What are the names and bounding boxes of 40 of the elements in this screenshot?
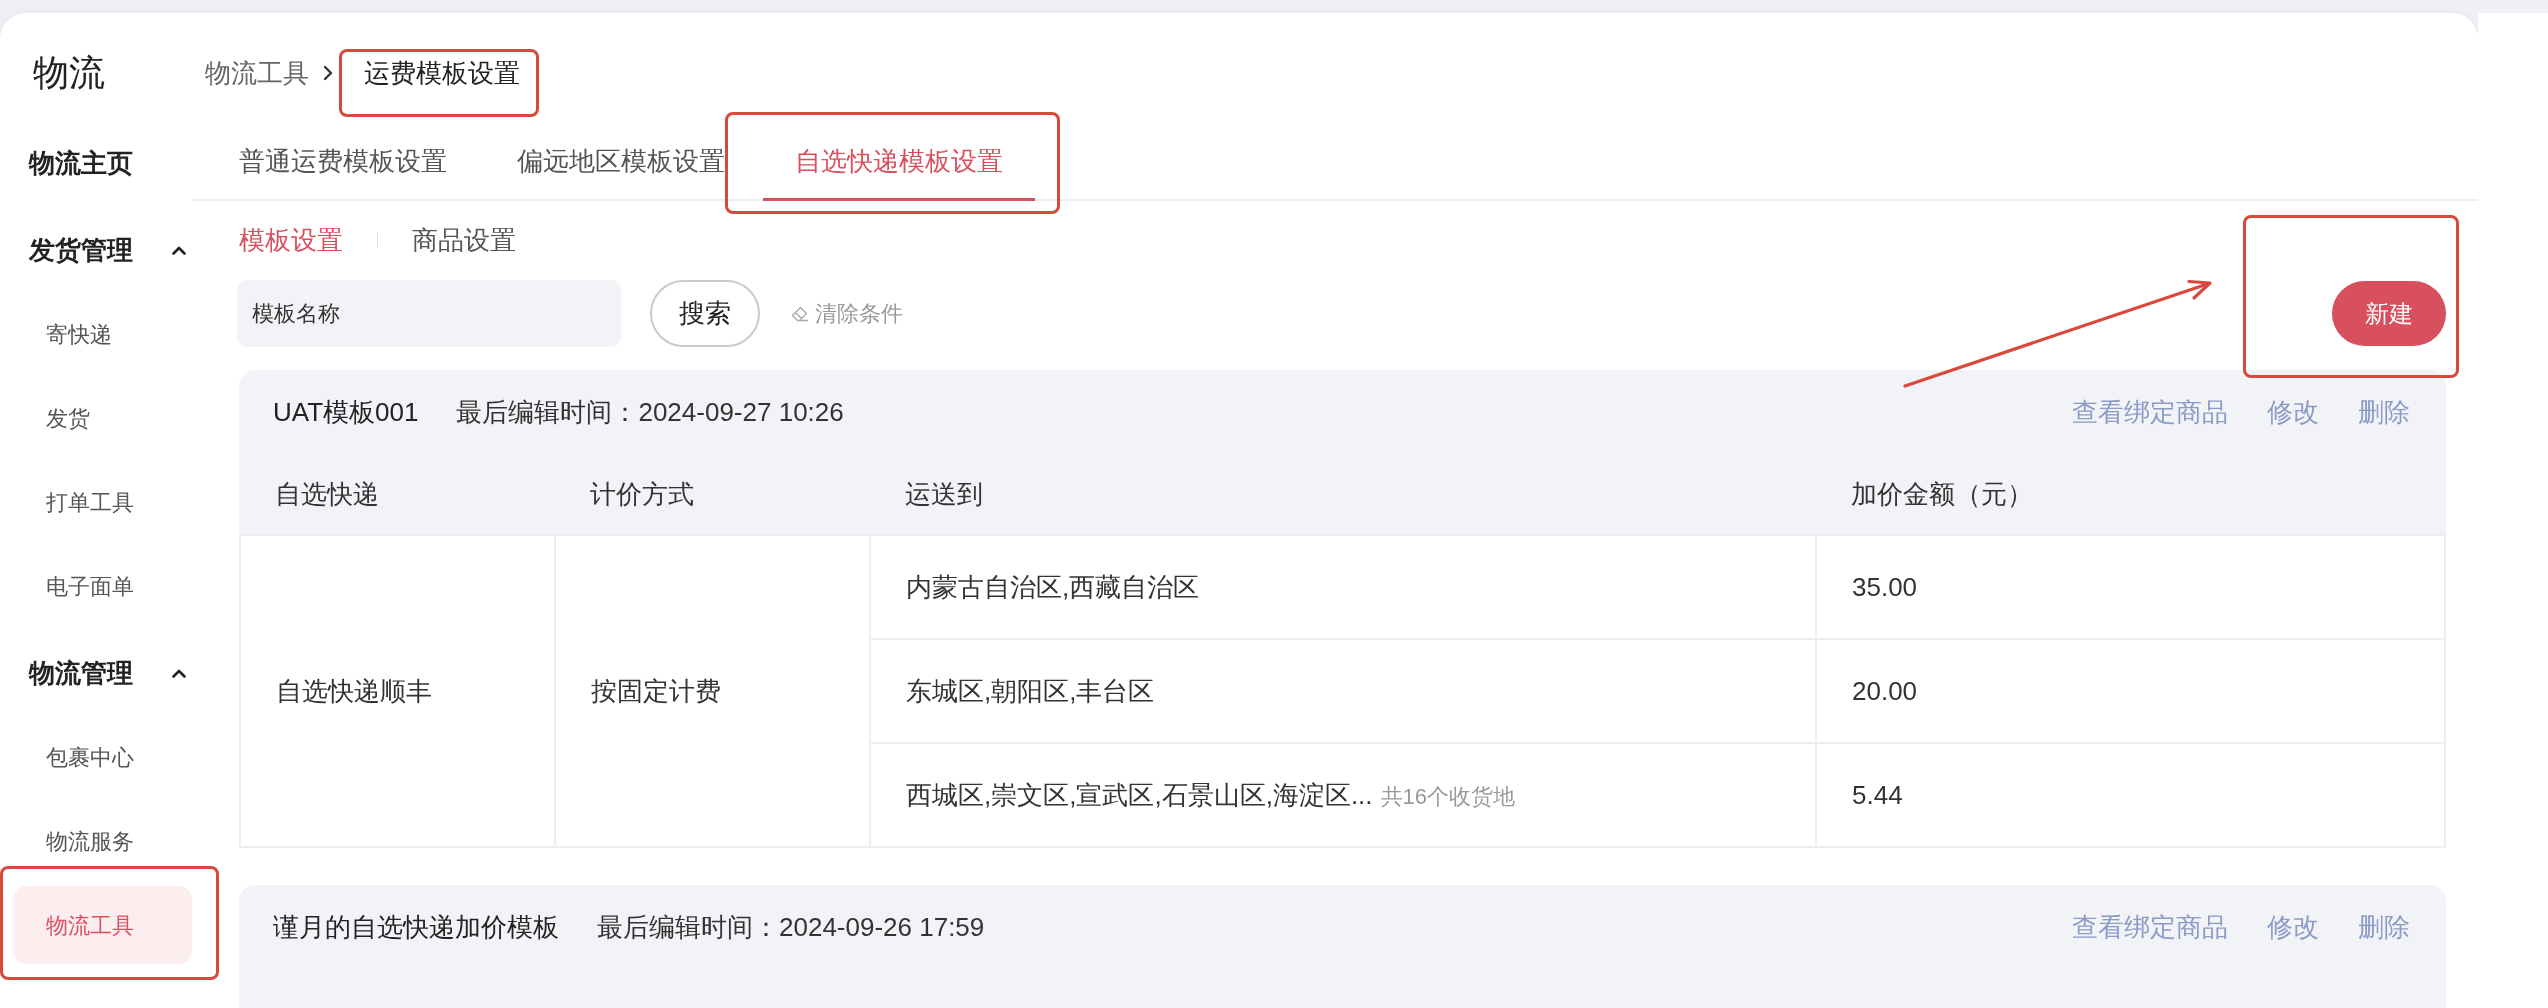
subtab[interactable]: 商品设置 xyxy=(412,220,516,260)
nav-item[interactable]: 物流工具 xyxy=(13,886,192,964)
tab[interactable]: 自选快递模板设置 xyxy=(763,124,1035,201)
edit-time: 最后编辑时间：2024-09-27 10:26 xyxy=(456,395,844,429)
nav-item[interactable]: 包裹中心 xyxy=(13,718,192,796)
nav-item[interactable]: 物流主页 xyxy=(13,124,192,202)
table-cell: 按固定计费 xyxy=(555,535,870,847)
new-button[interactable]: 新建 xyxy=(2332,281,2446,346)
table-cell: 东城区,朝阳区,丰台区 xyxy=(870,639,1816,743)
table-cell: 内蒙古自治区,西藏自治区 xyxy=(870,535,1816,639)
subtab[interactable]: 模板设置 xyxy=(239,220,343,260)
nav-group-header[interactable]: 发货管理 xyxy=(13,211,192,289)
chevron-right-icon xyxy=(323,65,333,81)
edit-time: 最后编辑时间：2024-09-26 17:59 xyxy=(597,910,985,944)
tab[interactable]: 普通运费模板设置 xyxy=(207,124,479,201)
search-field[interactable]: 模板名称 xyxy=(237,280,621,347)
table-cell: 20.00 xyxy=(1816,639,2445,743)
destination-text: 西城区,崇文区,宣武区,石景山区,海淀区... xyxy=(906,779,1373,810)
column-header: 加价金额（元） xyxy=(1816,454,2445,535)
nav-item[interactable]: 发货 xyxy=(13,379,192,457)
table-cell: 35.00 xyxy=(1816,535,2445,639)
breadcrumb-current: 运费模板设置 xyxy=(364,57,520,90)
template-name: 谨月的自选快递加价模板 xyxy=(273,910,559,944)
count-note: 共16个收货地 xyxy=(1380,783,1516,809)
column-header: 计价方式 xyxy=(555,454,870,535)
template-name: UAT模板001 xyxy=(273,395,419,429)
eraser-icon xyxy=(791,305,809,322)
nav-item[interactable]: 打单工具 xyxy=(13,463,192,541)
breadcrumb-link[interactable]: 物流工具 xyxy=(205,50,309,96)
column-header: 运送到 xyxy=(870,454,1816,535)
nav-group-header[interactable]: 物流管理 xyxy=(13,634,192,712)
search-button[interactable]: 搜索 xyxy=(650,280,760,347)
nav-item[interactable]: 寄快递 xyxy=(13,295,192,373)
nav-item[interactable]: 物流服务 xyxy=(13,802,192,880)
sidebar-title: 物流 xyxy=(32,51,106,95)
tab[interactable]: 偏远地区模板设置 xyxy=(485,124,757,201)
table-cell: 自选快递顺丰 xyxy=(240,535,555,847)
nav-item[interactable]: 电子面单 xyxy=(13,547,192,625)
table-cell: 5.44 xyxy=(1816,743,2445,847)
column-header: 自选快递 xyxy=(240,454,555,535)
